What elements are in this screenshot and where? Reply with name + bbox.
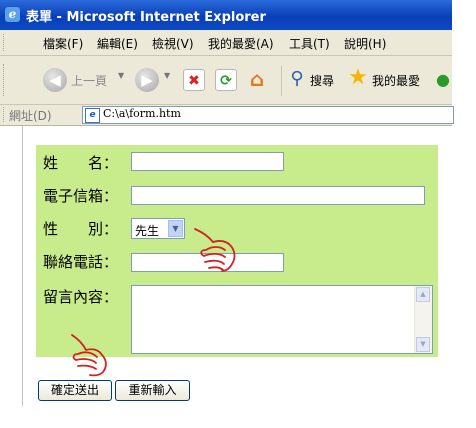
window-title: 表單 - Microsoft Internet Explorer (26, 10, 266, 25)
ie-logo-icon: e (5, 7, 20, 22)
message-scrollbar[interactable]: ▲ ▼ (414, 286, 432, 353)
address-field[interactable]: e C:\a\form.htm (82, 106, 454, 124)
gender-label: 性 別： (43, 220, 119, 238)
menu-view[interactable]: 檢視(V) (152, 35, 194, 52)
name-input[interactable] (131, 152, 284, 171)
message-label: 留言內容： (43, 288, 119, 306)
name-label: 姓 名： (43, 154, 119, 172)
search-button-label[interactable]: 搜尋 (310, 72, 334, 89)
scroll-down-icon[interactable]: ▼ (416, 337, 430, 352)
toolbar-grip (3, 64, 6, 96)
menu-file[interactable]: 檔案(F) (43, 35, 83, 52)
address-url[interactable]: C:\a\form.htm (103, 107, 181, 120)
address-bar: 網址(D) e C:\a\form.htm (0, 105, 454, 126)
scroll-up-icon[interactable]: ▲ (416, 287, 430, 302)
forward-arrow-icon[interactable]: ▶ (135, 68, 159, 92)
menu-edit[interactable]: 編輯(E) (97, 35, 138, 52)
submit-button[interactable]: 確定送出 (38, 380, 112, 401)
media-icon[interactable]: ● (434, 69, 452, 91)
favorites-star-icon[interactable]: ★ (347, 67, 369, 89)
menu-bar: 檔案(F) 編輯(E) 檢視(V) 我的最愛(A) 工具(T) 說明(H) (0, 30, 452, 56)
back-dropdown-icon[interactable]: ▼ (118, 71, 124, 80)
gender-select-value: 先生 (135, 224, 160, 238)
menu-help[interactable]: 說明(H) (344, 35, 386, 52)
back-button-label[interactable]: 上一頁 (71, 72, 107, 89)
refresh-icon[interactable]: ⟳ (215, 69, 237, 91)
select-arrow-icon[interactable]: ▼ (168, 220, 183, 237)
message-textarea[interactable]: ▲ ▼ (131, 285, 433, 354)
toolbar: ◀ 上一頁 ▼ ▶ ▼ ✖ ⟳ ⌂ ⚲ 搜尋 ★ 我的最愛 ● (0, 56, 452, 105)
pointing-hand-icon (194, 228, 236, 272)
address-label: 網址(D) (9, 109, 52, 123)
page-left-rule (22, 126, 23, 406)
stop-icon[interactable]: ✖ (183, 69, 205, 91)
menu-favorites[interactable]: 我的最愛(A) (208, 35, 274, 52)
pointing-hand-icon (71, 334, 107, 377)
toolbar-separator (281, 66, 282, 96)
favorites-button-label[interactable]: 我的最愛 (372, 72, 420, 89)
email-input[interactable] (131, 186, 425, 205)
address-grip (3, 107, 6, 122)
home-icon[interactable]: ⌂ (246, 68, 268, 90)
forward-dropdown-icon[interactable]: ▼ (164, 71, 170, 80)
phone-label: 聯絡電話： (43, 253, 119, 271)
search-icon[interactable]: ⚲ (286, 68, 308, 90)
window-titlebar: e 表單 - Microsoft Internet Explorer (0, 0, 452, 30)
menu-tools[interactable]: 工具(T) (289, 35, 330, 52)
page-icon: e (85, 108, 100, 123)
gender-select[interactable]: 先生 ▼ (131, 218, 185, 239)
email-label: 電子信箱： (43, 187, 119, 205)
reset-button[interactable]: 重新輸入 (115, 380, 190, 401)
menu-grip (3, 34, 6, 51)
back-arrow-icon[interactable]: ◀ (43, 68, 67, 92)
